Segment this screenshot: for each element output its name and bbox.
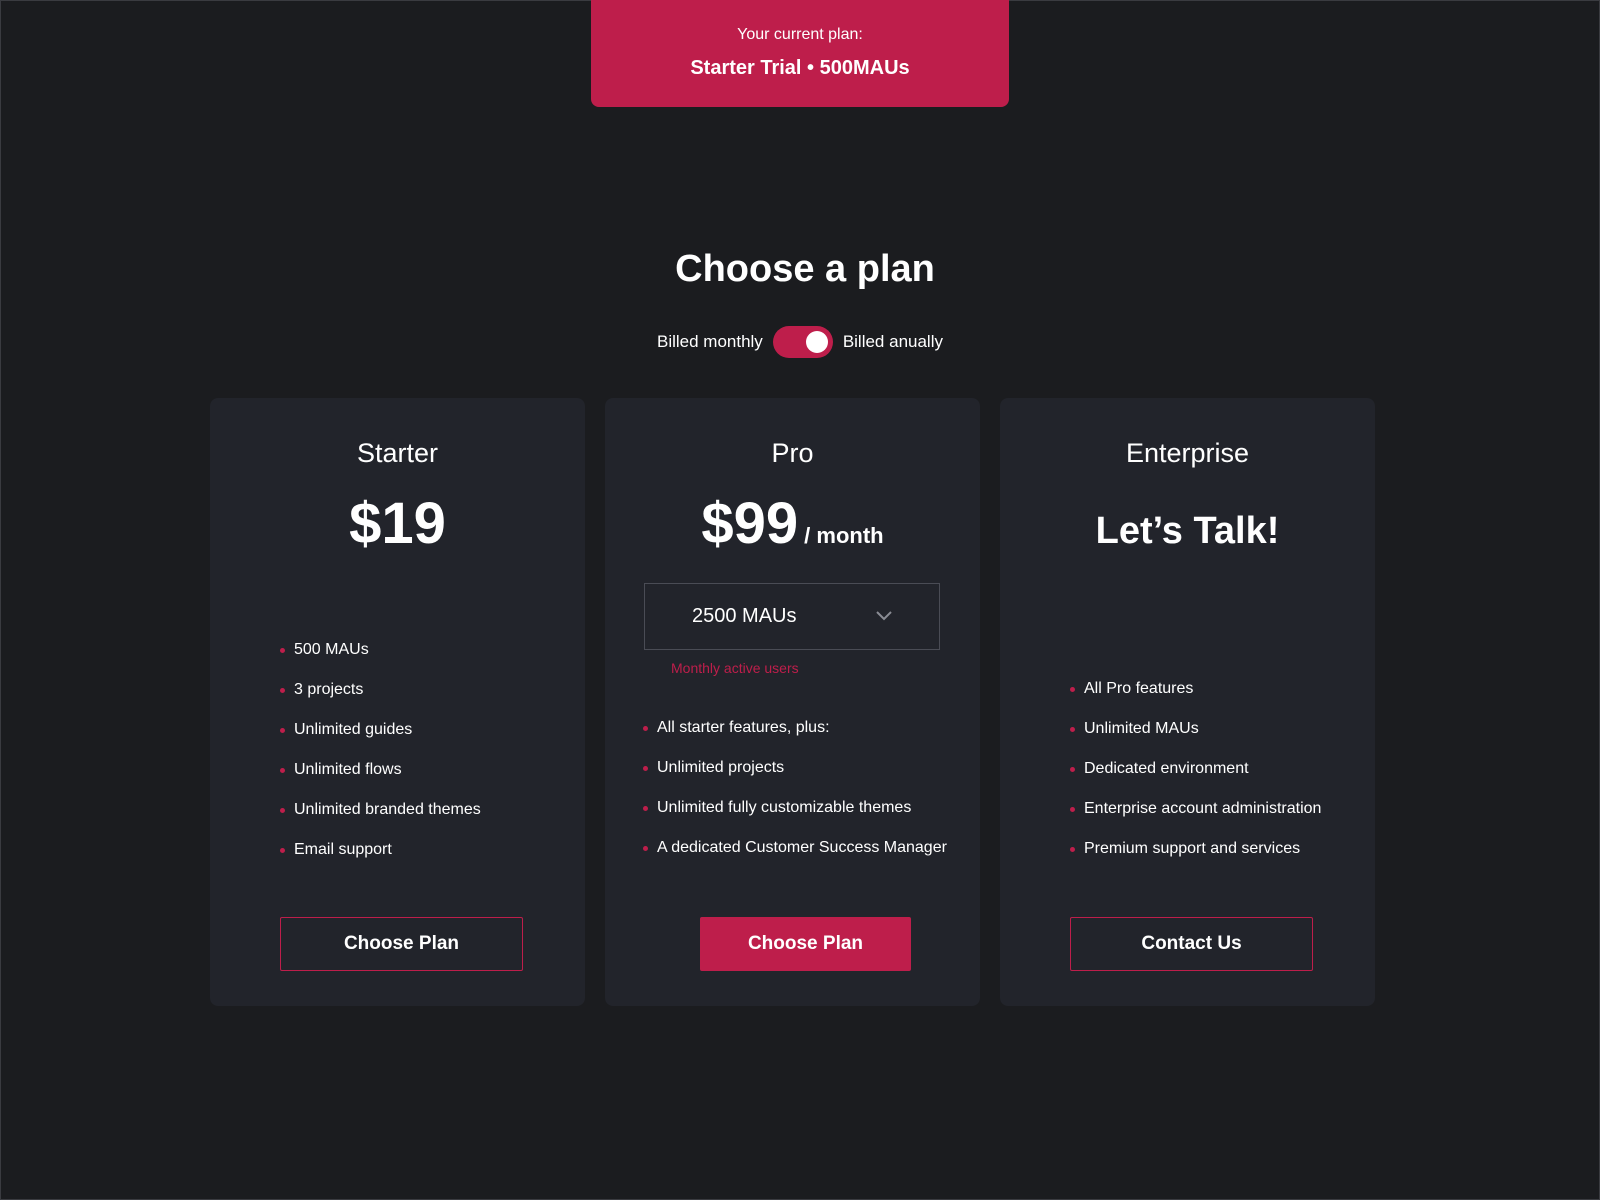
mau-select-value: 2500 MAUs — [692, 605, 797, 627]
plan-title: Pro — [771, 438, 814, 468]
billing-period-toggle[interactable] — [772, 326, 833, 358]
feature-text: Unlimited MAUs — [1084, 720, 1199, 737]
bullet-icon — [1070, 687, 1075, 692]
feature-text: 500 MAUs — [294, 641, 369, 658]
plan-card-starter: Starter $19 500 MAUs 3 projects Unlimite… — [210, 398, 585, 1006]
bullet-icon — [643, 806, 648, 811]
list-item: Unlimited flows — [280, 758, 481, 798]
price-amount: $99 — [701, 491, 799, 556]
list-item: 500 MAUs — [280, 638, 481, 678]
current-plan-label: Your current plan: — [737, 26, 863, 43]
bullet-icon — [280, 768, 285, 773]
contact-us-button[interactable]: Contact Us — [1070, 917, 1313, 971]
feature-text: Unlimited projects — [657, 759, 785, 776]
price-period: / month — [804, 523, 884, 548]
plan-card-pro: Pro $99/ month 2500 MAUs Monthly active … — [605, 398, 980, 1006]
feature-text: Email support — [294, 841, 392, 858]
price-amount: $19 — [349, 491, 446, 556]
feature-text: Unlimited flows — [294, 761, 402, 778]
feature-list: All starter features, plus: Unlimited pr… — [643, 716, 947, 876]
choose-plan-button-pro[interactable]: Choose Plan — [700, 917, 911, 971]
bullet-icon — [280, 728, 285, 733]
feature-text: A dedicated Customer Success Manager — [657, 839, 947, 856]
bullet-icon — [280, 808, 285, 813]
choose-plan-button-starter[interactable]: Choose Plan — [280, 917, 523, 971]
billed-monthly-label[interactable]: Billed monthly — [657, 332, 763, 352]
bullet-icon — [280, 848, 285, 853]
bullet-icon — [1070, 767, 1075, 772]
plan-title: Starter — [356, 438, 439, 468]
feature-text: Enterprise account administration — [1084, 800, 1322, 817]
plan-price: Let’s Talk! — [1095, 510, 1280, 552]
feature-text: Unlimited branded themes — [294, 801, 481, 818]
list-item: All Pro features — [1070, 677, 1321, 717]
list-item: Enterprise account administration — [1070, 797, 1321, 837]
list-item: Premium support and services — [1070, 837, 1321, 877]
mau-help-text: Monthly active users — [671, 660, 799, 676]
list-item: Unlimited projects — [643, 756, 947, 796]
feature-text: Unlimited fully customizable themes — [657, 799, 912, 816]
plan-price: $19 — [210, 490, 585, 557]
list-item: Email support — [280, 838, 481, 878]
billed-annually-label[interactable]: Billed anually — [843, 332, 943, 352]
bullet-icon — [1070, 727, 1075, 732]
feature-text: All Pro features — [1084, 680, 1194, 697]
toggle-knob — [805, 331, 828, 353]
bullet-icon — [643, 766, 648, 771]
feature-list: All Pro features Unlimited MAUs Dedicate… — [1070, 677, 1321, 877]
feature-text: Premium support and services — [1084, 840, 1301, 857]
plan-card-enterprise: Enterprise Let’s Talk! All Pro features … — [1000, 398, 1375, 1006]
chevron-down-icon — [876, 611, 892, 621]
billing-toggle-group: Billed monthly Billed anually — [0, 324, 1600, 360]
mau-select-dropdown[interactable]: 2500 MAUs — [644, 583, 940, 650]
feature-list: 500 MAUs 3 projects Unlimited guides Unl… — [280, 638, 481, 878]
bullet-icon — [280, 688, 285, 693]
page-title: Choose a plan — [675, 248, 935, 290]
bullet-icon — [643, 846, 648, 851]
plan-price: $99/ month — [605, 490, 980, 557]
bullet-icon — [1070, 807, 1075, 812]
bullet-icon — [643, 726, 648, 731]
list-item: Unlimited guides — [280, 718, 481, 758]
current-plan-value: Starter Trial • 500MAUs — [690, 57, 910, 79]
current-plan-banner: Your current plan: Starter Trial • 500MA… — [591, 0, 1009, 107]
list-item: Dedicated environment — [1070, 757, 1321, 797]
feature-text: Dedicated environment — [1084, 760, 1249, 777]
bullet-icon — [1070, 847, 1075, 852]
plan-title: Enterprise — [1125, 438, 1250, 468]
list-item: Unlimited branded themes — [280, 798, 481, 838]
list-item: Unlimited MAUs — [1070, 717, 1321, 757]
feature-text: All starter features, plus: — [657, 719, 830, 736]
list-item: 3 projects — [280, 678, 481, 718]
list-item: All starter features, plus: — [643, 716, 947, 756]
feature-text: 3 projects — [294, 681, 364, 698]
feature-text: Unlimited guides — [294, 721, 413, 738]
list-item: A dedicated Customer Success Manager — [643, 836, 947, 876]
bullet-icon — [280, 648, 285, 653]
list-item: Unlimited fully customizable themes — [643, 796, 947, 836]
